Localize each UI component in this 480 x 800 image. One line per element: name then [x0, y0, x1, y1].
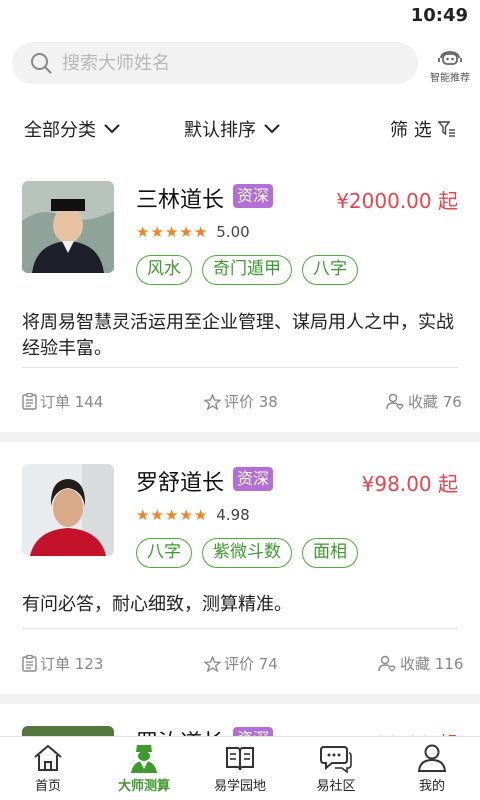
search-row: 智能推荐 — [0, 42, 480, 86]
star-icon: ★ — [179, 223, 193, 241]
price: ¥98.00 起 — [362, 728, 458, 736]
person-heart-icon — [378, 655, 396, 672]
favorites-count: 收藏 76 — [408, 393, 462, 411]
tab-profile[interactable]: 我的 — [384, 737, 480, 800]
reviews-count: 评价 74 — [224, 655, 278, 673]
favorites-stat: 收藏 76 — [386, 391, 462, 412]
tag: 紫微斗数 — [202, 538, 292, 568]
tab-master-reading[interactable]: 大师测算 — [96, 737, 192, 800]
star-icon: ★ — [179, 506, 193, 524]
tag-list: 八字 紫微斗数 面相 — [136, 538, 368, 568]
tab-label: 易学园地 — [213, 779, 266, 794]
user-icon — [417, 744, 447, 772]
star-icon: ★ — [164, 223, 179, 241]
seniority-badge: 资深 — [233, 467, 274, 491]
orders-count: 订单 144 — [40, 393, 104, 411]
divider — [22, 628, 458, 629]
tab-home[interactable]: 首页 — [0, 737, 96, 800]
star-icon: ★ — [150, 506, 164, 524]
orders-count: 订单 123 — [40, 655, 104, 673]
rating-score: 4.98 — [216, 506, 250, 524]
search-input[interactable] — [62, 42, 402, 84]
card-gap — [0, 432, 480, 442]
master-name: 三林道长 — [136, 188, 225, 213]
reviews-stat: 评价 38 — [204, 391, 278, 412]
clipboard-icon — [22, 655, 37, 672]
tag: 风水 — [136, 255, 192, 285]
tag: 八字 — [136, 538, 192, 568]
master-card[interactable]: 罗汝道长 资深 ¥98.00 起 — [0, 704, 480, 736]
smart-recommend-button[interactable]: 智能推荐 — [426, 44, 474, 86]
tab-learning[interactable]: 易学园地 — [192, 737, 288, 800]
reviews-stat: 评价 74 — [204, 653, 278, 674]
rating: ★ ★ ★ ★ ★ 5.00 — [136, 223, 250, 241]
person-heart-icon — [386, 393, 404, 410]
review-icon — [204, 655, 221, 672]
orders-stat: 订单 144 — [22, 391, 103, 412]
star-icon: ★ — [193, 223, 208, 241]
tab-label: 首页 — [34, 779, 61, 794]
master-description: 有问必答，耐心细致，测算精准。 — [22, 594, 292, 615]
star-icon: ★ — [136, 223, 150, 241]
chevron-down-icon — [104, 124, 120, 134]
sort-label: 默认排序 — [184, 120, 256, 141]
orders-stat: 订单 123 — [22, 653, 103, 674]
master-description: 将周易智慧灵活运用至企业管理、谋局用人之中，实战经验丰富。 — [22, 312, 454, 359]
chat-icon — [320, 746, 352, 773]
funnel-icon — [437, 121, 455, 137]
divider — [22, 367, 458, 368]
master-name: 罗舒道长 — [136, 471, 225, 496]
search-box[interactable] — [12, 42, 418, 84]
seniority-badge: 资深 — [233, 184, 274, 208]
star-icon: ★ — [150, 223, 164, 241]
favorites-stat: 收藏 116 — [378, 653, 463, 674]
clipboard-icon — [22, 393, 37, 410]
tab-label: 我的 — [418, 779, 445, 794]
status-bar: 10:49 — [0, 0, 480, 32]
avatar — [22, 181, 114, 273]
category-dropdown[interactable]: 全部分类 — [24, 116, 120, 142]
tag: 面相 — [302, 538, 358, 568]
avatar — [22, 726, 114, 736]
tab-community[interactable]: 易社区 — [288, 737, 384, 800]
search-icon — [31, 53, 52, 74]
sort-dropdown[interactable]: 默认排序 — [184, 116, 280, 142]
reviews-count: 评价 38 — [224, 393, 278, 411]
status-time: 10:49 — [410, 5, 468, 26]
chevron-down-icon — [264, 124, 280, 134]
card-gap — [0, 694, 480, 704]
master-name: 罗汝道长 — [136, 725, 224, 736]
master-card[interactable]: 三林道长 资深 ¥2000.00 起 ★ ★ ★ ★ ★ 5.00 风水 奇门遁… — [0, 165, 480, 430]
price: ¥2000.00 起 — [336, 189, 458, 213]
bottom-tab-bar: 首页 大师测算 易学园地 易社区 我的 — [0, 736, 480, 800]
avatar — [22, 464, 114, 556]
price: ¥98.00 起 — [361, 472, 458, 496]
rating: ★ ★ ★ ★ ★ 4.98 — [136, 506, 250, 524]
filter-row: 全部分类 默认排序 筛 选 — [0, 108, 480, 150]
tag: 奇门遁甲 — [202, 255, 292, 285]
tag: 八字 — [302, 255, 358, 285]
robot-icon — [438, 51, 462, 65]
rating-score: 5.00 — [216, 223, 250, 241]
tab-label: 大师测算 — [117, 779, 170, 794]
tab-label: 易社区 — [316, 779, 356, 794]
star-icon: ★ — [193, 506, 208, 524]
star-icon: ★ — [164, 506, 179, 524]
category-label: 全部分类 — [24, 120, 96, 141]
smart-recommend-label: 智能推荐 — [430, 73, 470, 84]
favorites-count: 收藏 116 — [400, 655, 464, 673]
filter-button[interactable]: 筛 选 — [390, 116, 456, 142]
book-icon — [226, 747, 254, 771]
tag-list: 风水 奇门遁甲 八字 — [136, 255, 368, 285]
master-card[interactable]: 罗舒道长 资深 ¥98.00 起 ★ ★ ★ ★ ★ 4.98 八字 紫微斗数 … — [0, 442, 480, 692]
review-icon — [204, 393, 221, 410]
home-icon — [34, 745, 62, 771]
filter-label: 筛 选 — [390, 120, 432, 141]
star-icon: ★ — [136, 506, 150, 524]
master-icon — [131, 745, 157, 773]
seniority-badge: 资深 — [233, 727, 274, 736]
